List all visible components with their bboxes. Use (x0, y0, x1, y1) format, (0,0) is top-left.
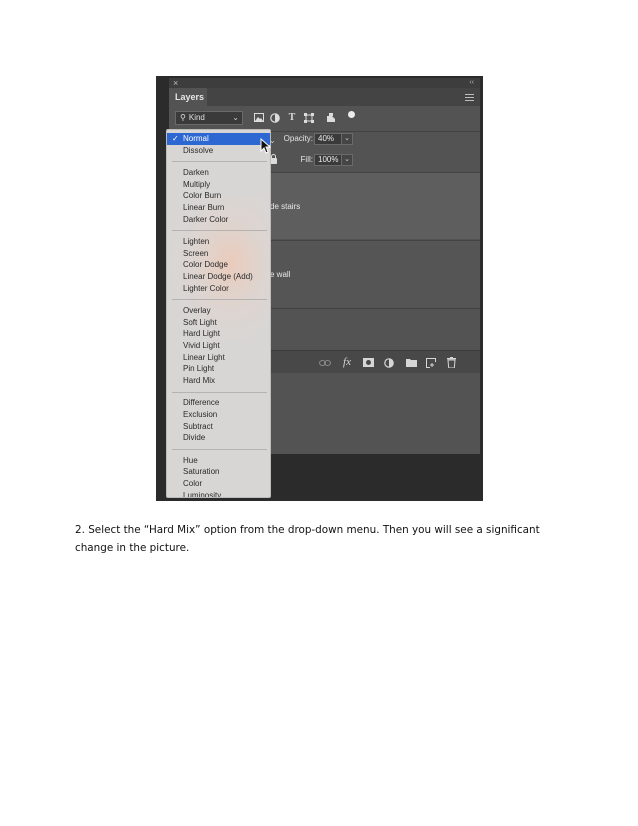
blend-mode-item[interactable]: ✓ Normal (167, 133, 270, 145)
panel-menu-icon[interactable] (465, 94, 474, 101)
blend-mode-item[interactable]: Hard Mix (167, 375, 270, 387)
blend-mode-label: Lighter Color (183, 283, 229, 293)
blend-mode-item[interactable]: Lighten (167, 236, 270, 248)
layer-name: e wall (270, 270, 291, 279)
panel-tab-row: Layers (169, 88, 480, 106)
checkmark-icon: ✓ (172, 134, 179, 143)
mask-icon[interactable] (362, 357, 374, 368)
layer-name: de stairs (270, 202, 301, 211)
blend-mode-item[interactable]: Difference (167, 397, 270, 409)
blend-mode-label: Vivid Light (183, 341, 220, 350)
adjustment-filter-icon[interactable] (269, 111, 281, 124)
blend-mode-label: Color Dodge (183, 260, 228, 270)
blend-mode-label: Pin Light (183, 364, 215, 374)
fx-icon[interactable]: fx (341, 357, 353, 368)
blend-mode-label: Overlay (183, 305, 211, 315)
search-icon: ⚲ (180, 113, 186, 122)
blend-mode-label: Luminosity (183, 490, 222, 498)
filter-toggle-icon[interactable] (348, 111, 355, 118)
blend-mode-item[interactable]: Linear Burn (167, 202, 270, 214)
trash-icon[interactable] (445, 357, 457, 369)
blend-mode-label: Dissolve (183, 145, 214, 155)
blend-mode-label: Hard Mix (183, 376, 216, 386)
smart-object-filter-icon[interactable] (325, 111, 337, 124)
blend-mode-label: Soft Light (183, 317, 217, 327)
blend-mode-label: Linear Burn (183, 203, 225, 212)
blend-mode-item[interactable]: Screen (167, 248, 270, 260)
blend-mode-item[interactable]: Soft Light (167, 317, 270, 329)
menu-separator (172, 299, 267, 301)
blend-mode-label: Difference (183, 398, 220, 408)
menu-separator (172, 161, 267, 163)
blend-mode-item[interactable]: Hard Light (167, 328, 270, 340)
new-fill-adjustment-icon[interactable] (383, 357, 395, 368)
fill-label: Fill: (300, 155, 313, 164)
menu-separator (172, 391, 267, 393)
menu-separator (172, 230, 267, 232)
blend-mode-item[interactable]: Color Burn (167, 190, 270, 202)
blend-mode-label: Color Burn (183, 191, 222, 201)
kind-filter-select[interactable]: ⚲ Kind ⌄ (175, 111, 243, 125)
menu-separator (172, 448, 267, 450)
blend-mode-item[interactable]: Vivid Light (167, 340, 270, 352)
kind-filter-label: Kind (188, 113, 205, 122)
blend-mode-label: Darker Color (183, 214, 229, 224)
blend-mode-label: Color (183, 479, 203, 488)
blend-mode-item[interactable]: Linear Light (167, 352, 270, 364)
type-filter-icon[interactable]: T (286, 111, 298, 124)
blend-mode-label: Darken (183, 167, 209, 177)
blend-mode-item[interactable]: Hue (167, 455, 270, 467)
blend-mode-label: Lighten (183, 236, 210, 246)
blend-mode-item[interactable]: Subtract (167, 421, 270, 433)
tab-layers[interactable]: Layers (169, 88, 207, 106)
shape-filter-icon[interactable] (303, 111, 315, 124)
instruction-paragraph: 2. Select the “Hard Mix” option from the… (75, 524, 540, 554)
blend-mode-label: Multiply (183, 179, 211, 189)
blend-mode-dropdown[interactable]: ✓ Normal Dissolve Darken Multiply Color Burn L… (166, 129, 271, 498)
blend-mode-label: Linear Light (183, 352, 225, 362)
blend-mode-item[interactable]: Multiply (167, 179, 270, 191)
blend-mode-label: Exclusion (183, 410, 218, 419)
image-filter-icon[interactable] (253, 111, 265, 124)
blend-mode-item[interactable]: Dissolve (167, 145, 270, 157)
blend-mode-label: Divide (183, 433, 206, 443)
collapse-panel-icon[interactable]: ‹‹ (469, 78, 474, 88)
blend-mode-label: Saturation (183, 467, 220, 477)
lock-icon[interactable] (270, 154, 277, 164)
blend-mode-item[interactable]: Color (167, 478, 270, 490)
blend-mode-item[interactable]: Darker Color (167, 214, 270, 226)
close-panel-icon[interactable]: × (173, 78, 178, 88)
photoshop-screenshot: × ‹‹ Layers ⚲Kind ⌄ T ⌄ Opacity: 40% ⌄ (156, 76, 483, 501)
group-folder-icon[interactable] (405, 357, 417, 368)
chevron-down-icon: ⌄ (232, 113, 239, 122)
link-layers-icon[interactable] (319, 357, 331, 368)
opacity-label: Opacity: (283, 134, 313, 143)
blend-mode-label: Normal (183, 134, 209, 143)
blend-mode-item[interactable]: Darken (167, 167, 270, 179)
blend-mode-item[interactable]: Saturation (167, 466, 270, 478)
opacity-slider-toggle[interactable]: ⌄ (341, 133, 353, 145)
blend-mode-label: Linear Dodge (Add) (183, 272, 253, 281)
mouse-cursor-icon (260, 138, 271, 154)
blend-mode-item[interactable]: Pin Light (167, 363, 270, 375)
fill-slider-toggle[interactable]: ⌄ (341, 154, 353, 166)
blend-mode-item[interactable]: Exclusion (167, 409, 270, 421)
blend-mode-label: Screen (183, 248, 209, 258)
blend-mode-item[interactable]: Linear Dodge (Add) (167, 271, 270, 283)
blend-mode-label: Subtract (183, 421, 213, 431)
blend-mode-item[interactable]: Divide (167, 432, 270, 444)
blend-mode-item[interactable]: Lighter Color (167, 283, 270, 295)
new-layer-icon[interactable] (425, 357, 437, 368)
blend-mode-label: Hue (183, 455, 198, 465)
blend-mode-label: Hard Light (183, 329, 220, 339)
blend-mode-item[interactable]: Color Dodge (167, 259, 270, 271)
panel-title-bar: × ‹‹ (169, 78, 480, 88)
blend-mode-item[interactable]: Luminosity (167, 490, 270, 498)
blend-mode-item[interactable]: Overlay (167, 305, 270, 317)
